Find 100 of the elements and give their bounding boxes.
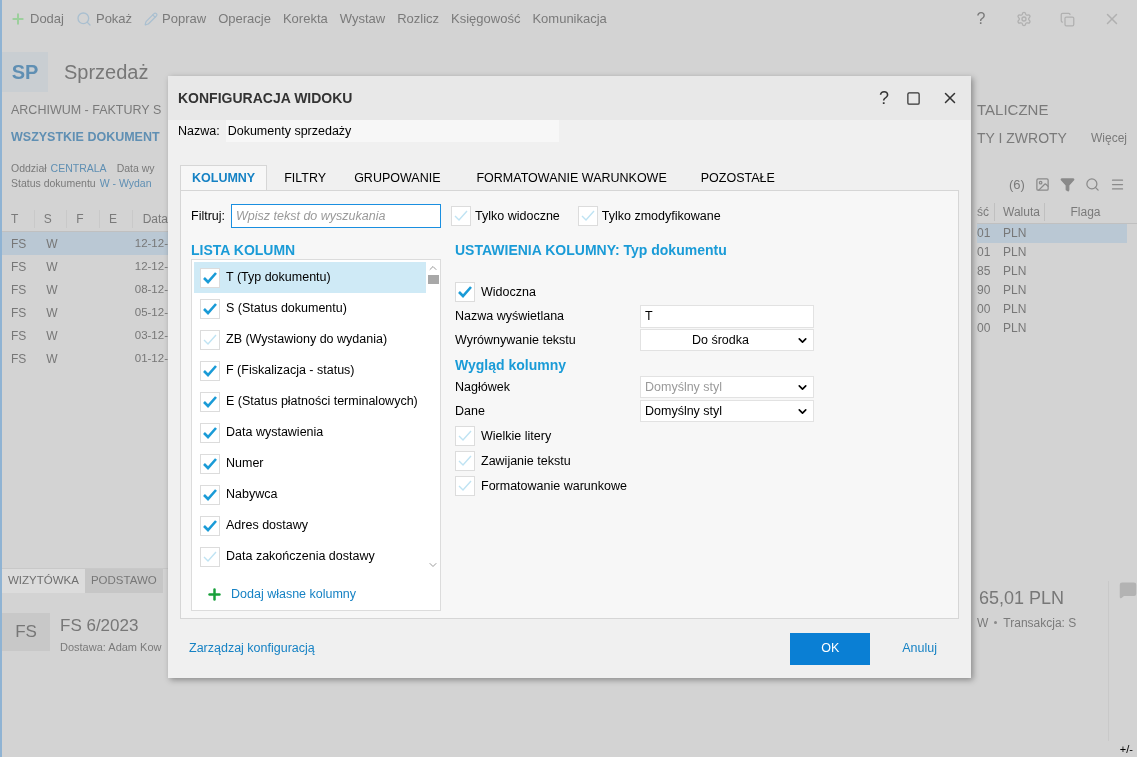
table-cell-text: 12-12- (133, 235, 168, 251)
alignment-dropdown[interactable]: Do środka (640, 329, 814, 351)
column-header[interactable]: S (34, 209, 68, 228)
tab[interactable]: POZOSTAŁE (689, 165, 786, 191)
checkbox[interactable] (200, 546, 220, 567)
table-row[interactable]: FS W 12-12- (2, 255, 168, 278)
zoom-toggle[interactable]: +/- (1119, 740, 1133, 757)
ok-button[interactable]: OK (790, 632, 871, 665)
add-columns-link[interactable]: Dodaj własne kolumny (206, 585, 440, 604)
checkbox[interactable] (455, 451, 475, 471)
manage-configuration-link[interactable]: Zarządzaj konfiguracją (189, 639, 791, 658)
view-tab[interactable]: TY I ZWROTY (977, 127, 1067, 149)
table-cell-text: PLN (1002, 263, 1027, 281)
table-cell-text: FS (10, 327, 28, 345)
column-list-item[interactable]: F (Fiskalizacja - status) (194, 355, 426, 386)
checkbox[interactable] (200, 484, 220, 505)
tab[interactable]: WIZYTÓWKA (2, 569, 85, 593)
column-list-item[interactable]: Adres dostawy (194, 510, 426, 541)
checkbox[interactable] (455, 282, 475, 302)
toolbar-button[interactable]: Księgowość (451, 9, 521, 29)
column-list-item[interactable]: Data zakończenia dostawy (194, 541, 426, 572)
toolbar-button[interactable]: Komunikacja (532, 9, 607, 29)
table-row[interactable]: FS W 08-12- (2, 278, 168, 301)
field-label: Nagłówek (455, 378, 511, 396)
table-cell-text: 00 (977, 320, 992, 338)
table-row[interactable]: 00 PLN (977, 299, 1127, 319)
table-row[interactable]: FS W 03-12- (2, 324, 168, 347)
column-header[interactable]: Waluta (994, 203, 1044, 222)
column-list-item[interactable]: ZB (Wystawiony do wydania) (194, 324, 426, 355)
help-button[interactable]: ? (872, 84, 896, 112)
filter-icon[interactable] (1059, 176, 1075, 192)
table-row[interactable]: 00 PLN (977, 318, 1127, 338)
tab[interactable]: GRUPOWANIE (343, 165, 452, 191)
table-row[interactable]: FS W 05-12- (2, 301, 168, 324)
toolbar-button[interactable]: Popraw (144, 9, 207, 29)
checkbox-label: Tylko zmodyfikowane (601, 207, 721, 225)
column-list-item[interactable]: E (Status płatności terminalowych) (194, 386, 426, 417)
view-title[interactable]: WSZYSTKIE DOKUMENT (11, 127, 168, 147)
checkbox[interactable] (200, 329, 220, 350)
comment-icon[interactable] (1119, 580, 1137, 599)
toolbar-button[interactable]: Operacje (218, 9, 271, 29)
checkbox[interactable] (451, 206, 472, 226)
search-field[interactable]: Wpisz tekst do wyszukania (231, 204, 442, 228)
restore-icon[interactable] (1060, 11, 1075, 27)
checkbox[interactable] (455, 476, 475, 496)
column-header[interactable]: Flaga (1044, 203, 1126, 222)
field-label: Dane (455, 402, 486, 420)
menu-icon[interactable] (1109, 176, 1125, 192)
checkbox[interactable] (200, 453, 220, 474)
module-title: Sprzedaż (64, 60, 149, 85)
settings-icon[interactable] (1016, 11, 1032, 27)
column-header[interactable]: ść (977, 203, 994, 222)
column-list-item[interactable]: Nabywca (194, 479, 426, 510)
toolbar-button[interactable]: Wystaw (339, 9, 386, 29)
cancel-button[interactable]: Anuluj (902, 639, 937, 658)
checkbox[interactable] (200, 360, 220, 381)
scrollbar-thumb[interactable] (427, 275, 439, 284)
checkbox[interactable] (200, 422, 220, 443)
toolbar-button[interactable]: Dodaj (10, 9, 64, 29)
checkbox[interactable] (455, 426, 475, 446)
tab[interactable]: FORMATOWANIE WARUNKOWE (465, 165, 678, 191)
tab[interactable]: PODSTAWO (84, 569, 163, 593)
checkbox[interactable] (200, 298, 220, 319)
name-field[interactable]: Dokumenty sprzedaży (225, 120, 559, 142)
filter-value[interactable]: W - Wydan (99, 176, 152, 192)
table-cell-text: PLN (1002, 301, 1027, 319)
table-row[interactable]: 01 PLN (977, 242, 1127, 262)
checkbox[interactable] (577, 206, 598, 226)
image-icon[interactable] (1034, 176, 1050, 192)
help-button[interactable]: ? (966, 7, 996, 31)
column-header[interactable]: T (2, 209, 35, 228)
table-row[interactable]: 90 PLN (977, 280, 1127, 300)
dropdown[interactable]: Domyślny styl (640, 400, 814, 422)
checkbox[interactable] (200, 267, 220, 288)
column-list-item[interactable]: S (Status dokumentu) (194, 293, 426, 324)
tab[interactable]: KOLUMNY (180, 165, 268, 191)
toolbar-button[interactable]: Rozlicz (397, 9, 440, 29)
table-cell-text: 03-12- (133, 327, 168, 343)
more-link[interactable]: Więcej (1090, 129, 1127, 147)
toolbar-button[interactable]: Pokaż (75, 9, 133, 29)
checkbox[interactable] (200, 391, 220, 412)
filter-value[interactable]: CENTRALA (50, 160, 107, 177)
table-cell-text: FS (10, 350, 28, 368)
maximize-icon[interactable] (906, 90, 921, 106)
display-name-field[interactable]: T (640, 304, 814, 328)
column-header[interactable]: Data (132, 209, 168, 228)
table-row[interactable]: FS W 12-12- (2, 232, 168, 255)
filter-label: Status dokumentu (11, 176, 96, 192)
table-row[interactable]: FS W 01-12- (2, 347, 168, 370)
table-row[interactable]: 85 PLN (977, 261, 1127, 281)
section-heading: LISTA KOLUMN (191, 241, 297, 258)
column-header[interactable]: E (99, 209, 133, 228)
toolbar-button[interactable]: Korekta (282, 9, 328, 29)
column-list-item[interactable]: T (Typ dokumentu) (194, 262, 426, 293)
column-list-item[interactable]: Numer (194, 448, 426, 479)
column-list-item[interactable]: Data wystawienia (194, 417, 426, 448)
tab[interactable]: FILTRY (273, 165, 338, 191)
search-icon[interactable] (1084, 176, 1100, 192)
column-header[interactable]: F (67, 209, 100, 228)
checkbox[interactable] (200, 515, 220, 536)
